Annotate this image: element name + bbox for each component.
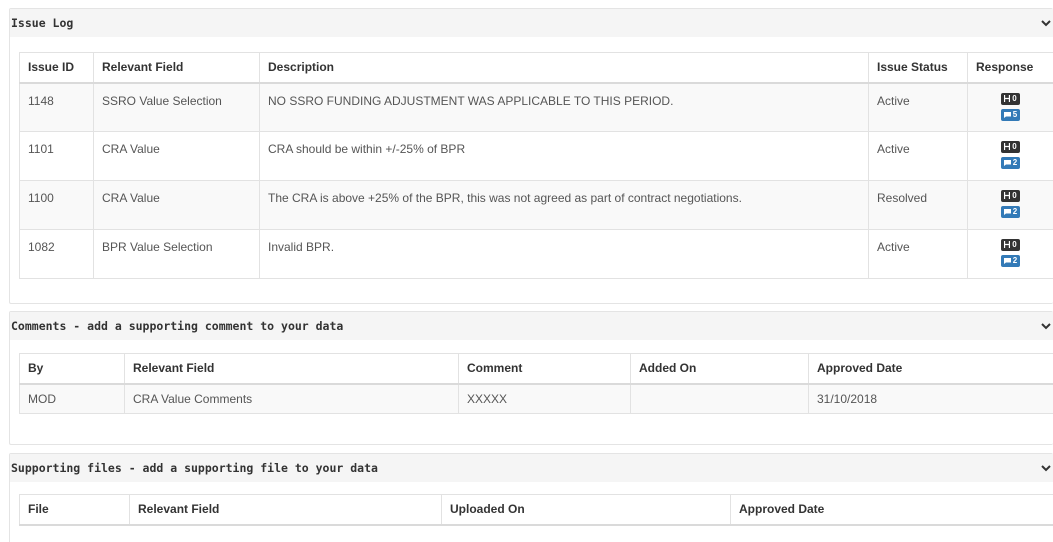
h-icon — [1004, 241, 1011, 248]
table-row: 1148 SSRO Value Selection NO SSRO FUNDIN… — [19, 82, 1053, 132]
description: The CRA is above +25% of the BPR, this w… — [259, 180, 869, 230]
table-row: 1101 CRA Value CRA should be within +/-2… — [19, 131, 1053, 181]
col-relevant-field[interactable]: Relevant Field — [93, 52, 260, 84]
comment-badge[interactable]: 5 — [1000, 108, 1021, 121]
col-uploaded-on[interactable]: Uploaded On — [441, 494, 731, 526]
relevant-field: CRA Value — [93, 180, 260, 230]
comment-count: 2 — [1012, 256, 1018, 265]
h-icon — [1004, 94, 1011, 102]
history-badge[interactable]: 0 — [1001, 190, 1020, 202]
issue-id: 1100 — [19, 180, 94, 230]
col-approved-date[interactable]: Approved Date — [808, 353, 1053, 385]
supporting-files-header[interactable]: Supporting files - add a supporting file… — [10, 454, 1053, 482]
history-count: 0 — [1012, 191, 1017, 200]
col-approved-date[interactable]: Approved Date — [730, 494, 1053, 526]
comment-icon — [1003, 209, 1011, 215]
col-relevant-field[interactable]: Relevant Field — [129, 494, 442, 526]
comment-by: MOD — [19, 383, 125, 414]
col-comment[interactable]: Comment — [458, 353, 631, 385]
issue-status: Active — [868, 131, 968, 181]
comment-badge[interactable]: 2 — [1000, 157, 1021, 169]
h-icon — [1004, 192, 1011, 199]
table-row: 1100 CRA Value The CRA is above +25% of … — [19, 180, 1053, 230]
issue-id: 1148 — [19, 82, 94, 132]
comment-icon — [1003, 111, 1011, 118]
col-relevant-field[interactable]: Relevant Field — [124, 353, 459, 385]
col-issue-status[interactable]: Issue Status — [868, 52, 968, 84]
issue-status: Resolved — [868, 180, 968, 230]
chevron-down-icon[interactable] — [1041, 463, 1051, 473]
relevant-field: SSRO Value Selection — [93, 82, 260, 132]
supporting-files-title: Supporting files - add a supporting file… — [11, 461, 378, 475]
comment-icon — [1003, 258, 1011, 264]
comment-text: XXXXX — [458, 383, 631, 414]
response-cell: 0 2 — [967, 180, 1053, 230]
response-cell: 0 2 — [967, 131, 1053, 181]
history-badge[interactable]: 0 — [1001, 141, 1020, 153]
issue-log-header[interactable]: Issue Log — [10, 9, 1053, 37]
history-count: 0 — [1012, 93, 1017, 103]
comments-header[interactable]: Comments - add a supporting comment to y… — [10, 312, 1053, 340]
issue-id: 1101 — [19, 131, 94, 181]
supporting-files-table: File Relevant Field Uploaded On Approved… — [19, 494, 1053, 526]
approved-date: 31/10/2018 — [808, 383, 1053, 414]
chevron-down-icon[interactable] — [1041, 18, 1051, 28]
h-icon — [1004, 143, 1011, 150]
col-issue-id[interactable]: Issue ID — [19, 52, 94, 84]
table-row: 1082 BPR Value Selection Invalid BPR. Ac… — [19, 229, 1053, 279]
chevron-down-icon[interactable] — [1041, 321, 1051, 331]
relevant-field: CRA Value — [93, 131, 260, 181]
response-cell: 0 5 — [967, 82, 1053, 132]
issue-id: 1082 — [19, 229, 94, 279]
history-count: 0 — [1012, 240, 1017, 249]
added-on — [630, 383, 809, 414]
col-response[interactable]: Response — [967, 52, 1053, 84]
page: Issue Log Issue ID Relevant Field Descri… — [0, 0, 1053, 542]
issue-status: Active — [868, 229, 968, 279]
comments-table: By Relevant Field Comment Added On Appro… — [19, 353, 1053, 414]
comment-icon — [1003, 160, 1011, 166]
history-badge[interactable]: 0 — [1001, 92, 1020, 105]
relevant-field: CRA Value Comments — [124, 383, 459, 414]
comment-badge[interactable]: 2 — [1000, 206, 1021, 218]
table-row: MOD CRA Value Comments XXXXX 31/10/2018 — [19, 383, 1053, 414]
description: Invalid BPR. — [259, 229, 869, 279]
description: CRA should be within +/-25% of BPR — [259, 131, 869, 181]
col-by[interactable]: By — [19, 353, 125, 385]
supporting-files-panel: Supporting files - add a supporting file… — [9, 453, 1053, 542]
issue-log-table: Issue ID Relevant Field Description Issu… — [19, 52, 1053, 279]
issue-status: Active — [868, 82, 968, 132]
issue-log-title: Issue Log — [11, 16, 74, 30]
history-count: 0 — [1012, 142, 1017, 151]
history-badge[interactable]: 0 — [1001, 239, 1020, 251]
col-description[interactable]: Description — [259, 52, 869, 84]
comments-title: Comments - add a supporting comment to y… — [11, 319, 344, 333]
col-file[interactable]: File — [19, 494, 130, 526]
col-added-on[interactable]: Added On — [630, 353, 809, 385]
comment-count: 5 — [1012, 109, 1018, 119]
issue-log-panel: Issue Log Issue ID Relevant Field Descri… — [9, 8, 1053, 304]
relevant-field: BPR Value Selection — [93, 229, 260, 279]
comment-count: 2 — [1012, 158, 1018, 167]
comment-count: 2 — [1012, 207, 1018, 216]
response-cell: 0 2 — [967, 229, 1053, 279]
comment-badge[interactable]: 2 — [1000, 255, 1021, 267]
comments-panel: Comments - add a supporting comment to y… — [9, 311, 1053, 445]
description: NO SSRO FUNDING ADJUSTMENT WAS APPLICABL… — [259, 82, 869, 132]
